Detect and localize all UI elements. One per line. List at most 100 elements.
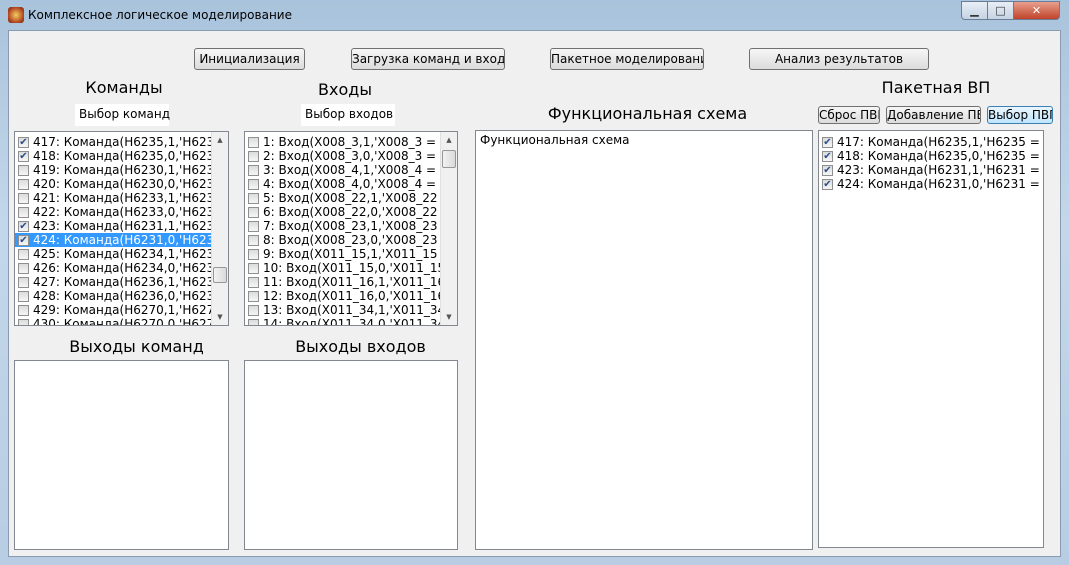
checkbox[interactable] bbox=[248, 248, 259, 260]
list-item[interactable]: ✔ 418: Команда(Н6235,0,'Н6235 bbox=[15, 149, 228, 163]
batch-modeling-button[interactable]: Пакетное моделирование bbox=[550, 48, 704, 70]
select-inputs-label: Выбор входов bbox=[301, 104, 395, 126]
checkbox-checked[interactable]: ✔ bbox=[822, 164, 833, 176]
list-item[interactable]: 1: Вход(X008_3,1,'X008_3 = ',0 bbox=[245, 135, 457, 149]
app-icon bbox=[8, 7, 24, 23]
batch-heading: Пакетная ВП bbox=[881, 78, 991, 97]
init-button[interactable]: Инициализация bbox=[194, 48, 305, 70]
commands-heading: Команды bbox=[85, 78, 163, 97]
checkbox[interactable] bbox=[248, 262, 259, 274]
list-item[interactable]: 427: Команда(Н6236,1,'Н6236 bbox=[15, 275, 228, 289]
checkbox[interactable] bbox=[248, 150, 259, 162]
commands-list[interactable]: ✔ 417: Команда(Н6235,1,'Н6235 ✔ 418: Команд… bbox=[14, 131, 229, 326]
checkbox[interactable] bbox=[248, 276, 259, 288]
list-item[interactable]: 6: Вход(X008_22,0,'X008_22 = bbox=[245, 205, 457, 219]
checkbox[interactable] bbox=[18, 304, 29, 316]
checkbox-checked[interactable]: ✔ bbox=[18, 234, 29, 246]
list-item[interactable]: 14: Вход(X011_34,0,'X011_34 bbox=[245, 317, 457, 325]
list-item-label: 8: Вход(X008_23,0,'X008_23 = bbox=[263, 233, 452, 247]
list-item[interactable]: 2: Вход(X008_3,0,'X008_3 = ',0 bbox=[245, 149, 457, 163]
select-pvp-button[interactable]: Выбор ПВП bbox=[987, 106, 1053, 124]
checkbox[interactable] bbox=[248, 318, 259, 325]
list-item[interactable]: 7: Вход(X008_23,1,'X008_23 = bbox=[245, 219, 457, 233]
checkbox-checked[interactable]: ✔ bbox=[18, 136, 29, 148]
list-item[interactable]: 13: Вход(X011_34,1,'X011_34 bbox=[245, 303, 457, 317]
command-outputs-box[interactable] bbox=[14, 360, 229, 550]
inputs-scrollbar[interactable]: ▲ ▼ bbox=[440, 132, 457, 325]
checkbox-checked[interactable]: ✔ bbox=[822, 136, 833, 148]
list-item[interactable]: 9: Вход(X011_15,1,'X011_15 = bbox=[245, 247, 457, 261]
checkbox[interactable] bbox=[248, 192, 259, 204]
checkbox-checked[interactable]: ✔ bbox=[822, 150, 833, 162]
list-item[interactable]: ✔ 417: Команда(Н6235,1,'Н6235 bbox=[15, 135, 228, 149]
list-item[interactable]: 12: Вход(X011_16,0,'X011_16 bbox=[245, 289, 457, 303]
scroll-thumb[interactable] bbox=[442, 150, 456, 168]
list-item[interactable]: 426: Команда(Н6234,0,'Н6234 bbox=[15, 261, 228, 275]
list-item-label: 13: Вход(X011_34,1,'X011_34 bbox=[263, 303, 446, 317]
maximize-button[interactable]: □ bbox=[987, 1, 1014, 20]
batch-list[interactable]: ✔ 417: Команда(Н6235,1,'Н6235 = ',0 ✔ 418: … bbox=[818, 130, 1044, 548]
list-item[interactable]: 8: Вход(X008_23,0,'X008_23 = bbox=[245, 233, 457, 247]
list-item[interactable]: ✔ 424: Команда(Н6231,0,'Н6231 = ',0 bbox=[819, 177, 1043, 191]
list-item[interactable]: 425: Команда(Н6234,1,'Н6234 bbox=[15, 247, 228, 261]
list-item-label: 5: Вход(X008_22,1,'X008_22 = bbox=[263, 191, 452, 205]
list-item[interactable]: 422: Команда(Н6233,0,'Н6233 bbox=[15, 205, 228, 219]
close-button[interactable]: ✕ bbox=[1013, 1, 1060, 20]
load-button[interactable]: Загрузка команд и входов bbox=[351, 48, 505, 70]
list-item[interactable]: ✔ 417: Команда(Н6235,1,'Н6235 = ',0 bbox=[819, 135, 1043, 149]
list-item[interactable]: 5: Вход(X008_22,1,'X008_22 = bbox=[245, 191, 457, 205]
checkbox[interactable] bbox=[248, 220, 259, 232]
analyze-button[interactable]: Анализ результатов bbox=[749, 48, 929, 70]
checkbox-checked[interactable]: ✔ bbox=[822, 178, 833, 190]
list-item[interactable]: 429: Команда(Н6270,1,'Н6270 bbox=[15, 303, 228, 317]
checkbox[interactable] bbox=[18, 178, 29, 190]
list-item[interactable]: ✔ 418: Команда(Н6235,0,'Н6235 = ',0 bbox=[819, 149, 1043, 163]
checkbox[interactable] bbox=[18, 206, 29, 218]
checkbox[interactable] bbox=[248, 136, 259, 148]
checkbox[interactable] bbox=[18, 276, 29, 288]
list-item[interactable]: 420: Команда(Н6230,0,'Н6230 bbox=[15, 177, 228, 191]
checkbox[interactable] bbox=[18, 248, 29, 260]
checkbox[interactable] bbox=[18, 290, 29, 302]
list-item-label: 6: Вход(X008_22,0,'X008_22 = bbox=[263, 205, 452, 219]
scroll-thumb[interactable] bbox=[213, 267, 227, 283]
scroll-up-icon[interactable]: ▲ bbox=[212, 132, 228, 148]
checkbox[interactable] bbox=[18, 164, 29, 176]
list-item[interactable]: ✔ 423: Команда(Н6231,1,'Н6231 = ',0 bbox=[819, 163, 1043, 177]
list-item-label: 429: Команда(Н6270,1,'Н6270 bbox=[33, 303, 222, 317]
checkbox[interactable] bbox=[248, 178, 259, 190]
checkbox[interactable] bbox=[18, 262, 29, 274]
add-pvg-button[interactable]: Добавление ПВГ bbox=[886, 106, 981, 124]
list-item[interactable]: 419: Команда(Н6230,1,'Н6230 bbox=[15, 163, 228, 177]
scroll-up-icon[interactable]: ▲ bbox=[441, 132, 457, 148]
checkbox[interactable] bbox=[248, 164, 259, 176]
list-item-label: 424: Команда(Н6231,0,'Н6231 bbox=[33, 233, 222, 247]
scroll-down-icon[interactable]: ▼ bbox=[212, 309, 228, 325]
minimize-button[interactable]: ▁ bbox=[961, 1, 988, 20]
list-item-label: 421: Команда(Н6233,1,'Н6233 bbox=[33, 191, 222, 205]
checkbox[interactable] bbox=[248, 206, 259, 218]
checkbox[interactable] bbox=[248, 290, 259, 302]
list-item[interactable]: 10: Вход(X011_15,0,'X011_15 bbox=[245, 261, 457, 275]
list-item[interactable]: 430: Команда(Н6270,0,'Н6270 bbox=[15, 317, 228, 325]
commands-scrollbar[interactable]: ▲ ▼ bbox=[211, 132, 228, 325]
list-item[interactable]: 4: Вход(X008_4,0,'X008_4 = ',0 bbox=[245, 177, 457, 191]
list-item[interactable]: 11: Вход(X011_16,1,'X011_16 bbox=[245, 275, 457, 289]
list-item[interactable]: ✔ 423: Команда(Н6231,1,'Н6231 bbox=[15, 219, 228, 233]
list-item[interactable]: ✔ 424: Команда(Н6231,0,'Н6231 bbox=[15, 233, 228, 247]
inputs-list[interactable]: 1: Вход(X008_3,1,'X008_3 = ',0 2: Вход(X0… bbox=[244, 131, 458, 326]
reset-pvg-button[interactable]: Сброс ПВГ bbox=[818, 106, 880, 124]
checkbox-checked[interactable]: ✔ bbox=[18, 220, 29, 232]
checkbox[interactable] bbox=[18, 192, 29, 204]
list-item-label: 418: Команда(Н6235,0,'Н6235 = ',0 bbox=[837, 149, 1044, 163]
checkbox[interactable] bbox=[248, 304, 259, 316]
input-outputs-box[interactable] bbox=[244, 360, 458, 550]
checkbox[interactable] bbox=[18, 318, 29, 325]
list-item[interactable]: 3: Вход(X008_4,1,'X008_4 = ',0 bbox=[245, 163, 457, 177]
scroll-down-icon[interactable]: ▼ bbox=[441, 309, 457, 325]
schema-area[interactable]: Функциональная схема bbox=[475, 130, 813, 550]
checkbox[interactable] bbox=[248, 234, 259, 246]
list-item[interactable]: 428: Команда(Н6236,0,'Н6236 bbox=[15, 289, 228, 303]
list-item[interactable]: 421: Команда(Н6233,1,'Н6233 bbox=[15, 191, 228, 205]
checkbox-checked[interactable]: ✔ bbox=[18, 150, 29, 162]
